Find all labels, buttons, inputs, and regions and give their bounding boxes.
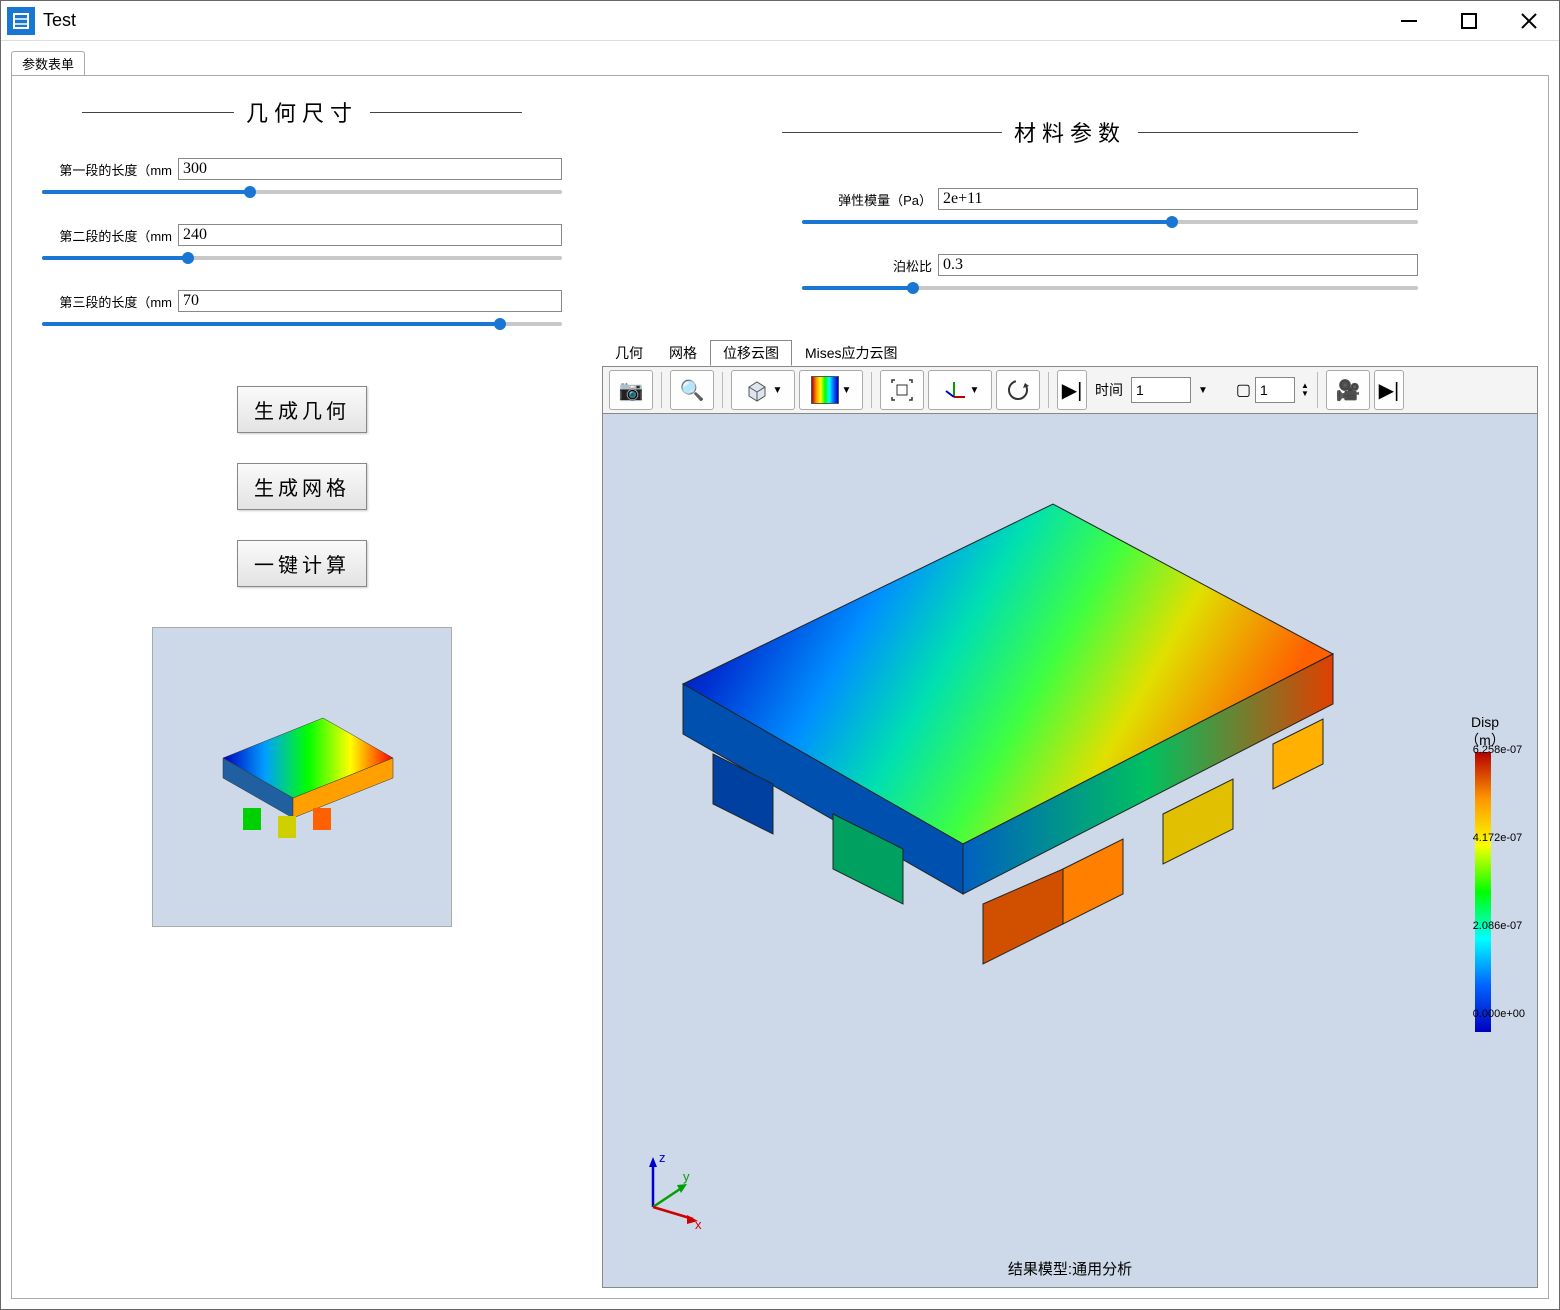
rainbow-icon <box>811 376 839 404</box>
elastic-modulus-label: 弹性模量（Pa） <box>802 190 932 209</box>
step-back-button[interactable]: ▶| <box>1057 370 1087 410</box>
length1-input[interactable] <box>178 158 562 180</box>
frame-icon: ▢ <box>1236 380 1251 400</box>
time-input[interactable] <box>1131 377 1191 403</box>
rotate-button[interactable] <box>996 370 1040 410</box>
colormap-button[interactable]: ▼ <box>799 370 863 410</box>
record-button[interactable]: 🎥 <box>1326 370 1370 410</box>
generate-mesh-button[interactable]: 生成网格 <box>237 463 367 510</box>
param-length-2: 第二段的长度（mm <box>42 224 562 260</box>
magnifier-icon: 🔍 <box>680 378 705 403</box>
window-title: Test <box>43 10 76 31</box>
colorbar-tick: 4.172e-07 <box>1473 832 1525 844</box>
close-button[interactable] <box>1499 1 1559 41</box>
length3-label: 第三段的长度（mm <box>42 292 172 311</box>
length2-label: 第二段的长度（mm <box>42 226 172 245</box>
cube-icon <box>744 379 770 401</box>
geometry-section-header: 几何尺寸 <box>82 96 522 128</box>
main-viewport[interactable]: z y x Disp （m） 6.258e-07 4.172e-07 <box>602 414 1538 1288</box>
generate-geometry-button[interactable]: 生成几何 <box>237 386 367 433</box>
axes-gizmo: z y x <box>633 1147 713 1227</box>
colorbar-title: Disp <box>1445 714 1525 730</box>
elastic-modulus-slider[interactable] <box>802 220 1418 224</box>
tab-mises-stress-cloud[interactable]: Mises应力云图 <box>792 340 911 366</box>
one-click-compute-button[interactable]: 一键计算 <box>237 540 367 587</box>
result-model <box>633 474 1353 1024</box>
tab-geometry[interactable]: 几何 <box>602 340 656 366</box>
viewer-toolbar: 📷 🔍 ▼ ▼ <box>602 366 1538 414</box>
thumbnail-viewport[interactable] <box>152 627 452 927</box>
colorbar-tick: 6.258e-07 <box>1473 744 1525 756</box>
param-elastic-modulus: 弹性模量（Pa） <box>802 188 1418 224</box>
svg-text:z: z <box>659 1150 666 1165</box>
maximize-button[interactable] <box>1439 1 1499 41</box>
tab-parameter-form[interactable]: 参数表单 <box>11 51 85 75</box>
tab-mesh[interactable]: 网格 <box>656 340 710 366</box>
chevron-down-icon: ▼ <box>1198 385 1208 396</box>
length1-slider[interactable] <box>42 190 562 194</box>
svg-text:x: x <box>695 1217 702 1232</box>
frame-input[interactable] <box>1255 377 1295 403</box>
material-title: 材料参数 <box>1014 116 1126 148</box>
colorbar: Disp （m） 6.258e-07 4.172e-07 2.086e-07 0… <box>1445 714 1525 1032</box>
quick-zoom-button[interactable]: 🔍 <box>670 370 714 410</box>
fit-icon <box>889 377 915 403</box>
param-length-1: 第一段的长度（mm <box>42 158 562 194</box>
svg-text:y: y <box>683 1169 690 1184</box>
geometry-title: 几何尺寸 <box>246 96 358 128</box>
camera-icon: 📷 <box>619 378 644 403</box>
render-mode-button[interactable]: ▼ <box>731 370 795 410</box>
param-poisson: 泊松比 <box>802 254 1418 290</box>
length2-slider[interactable] <box>42 256 562 260</box>
param-length-3: 第三段的长度（mm <box>42 290 562 326</box>
length2-input[interactable] <box>178 224 562 246</box>
axes-orientation-button[interactable]: ▼ <box>928 370 992 410</box>
poisson-label: 泊松比 <box>802 256 932 275</box>
length3-slider[interactable] <box>42 322 562 326</box>
material-section-header: 材料参数 <box>782 116 1358 148</box>
rotate-icon <box>1005 377 1031 403</box>
video-icon: 🎥 <box>1336 378 1361 403</box>
title-bar: Test <box>1 1 1559 41</box>
screenshot-button[interactable]: 📷 <box>609 370 653 410</box>
poisson-input[interactable] <box>938 254 1418 276</box>
fit-view-button[interactable] <box>880 370 924 410</box>
length1-label: 第一段的长度（mm <box>42 160 172 179</box>
chevron-down-icon: ▼ <box>773 385 783 396</box>
axes-icon <box>941 377 967 403</box>
step-forward-button[interactable]: ▶| <box>1374 370 1404 410</box>
frame-spinner[interactable]: ▲▼ <box>1301 382 1309 398</box>
tab-displacement-cloud[interactable]: 位移云图 <box>710 340 792 366</box>
step-forward-icon: ▶| <box>1379 378 1400 403</box>
poisson-slider[interactable] <box>802 286 1418 290</box>
chevron-down-icon: ▼ <box>842 385 852 396</box>
main-tab-strip: 参数表单 <box>11 51 1549 75</box>
viewer-tab-strip: 几何 网格 位移云图 Mises应力云图 <box>602 340 1538 366</box>
time-label: 时间 <box>1095 380 1123 400</box>
elastic-modulus-input[interactable] <box>938 188 1418 210</box>
chevron-down-icon: ▼ <box>970 385 980 396</box>
app-icon <box>7 7 35 35</box>
colorbar-tick: 0.000e+00 <box>1473 1008 1525 1020</box>
length3-input[interactable] <box>178 290 562 312</box>
minimize-button[interactable] <box>1379 1 1439 41</box>
viewport-caption: 结果模型:通用分析 <box>1008 1258 1132 1279</box>
step-back-icon: ▶| <box>1062 378 1083 403</box>
colorbar-tick: 2.086e-07 <box>1473 920 1525 932</box>
